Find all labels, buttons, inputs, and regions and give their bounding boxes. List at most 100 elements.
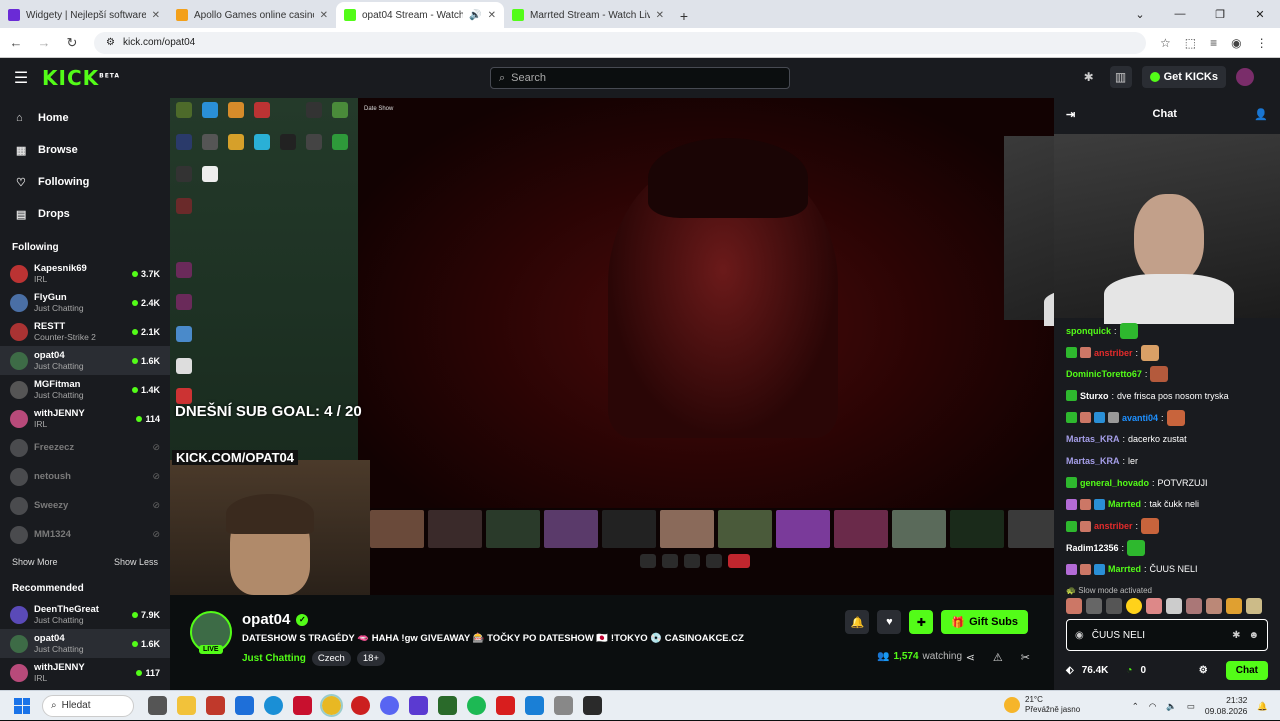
- maximize-button[interactable]: ❐: [1200, 0, 1240, 28]
- browser-tab-active[interactable]: opat04 Stream - Watch Live 🔊 ✕: [336, 2, 504, 28]
- opera-icon[interactable]: [351, 696, 370, 715]
- wifi-icon[interactable]: ◠: [1149, 701, 1156, 712]
- spotify-icon[interactable]: [467, 696, 486, 715]
- notifications-icon[interactable]: 🔔: [1257, 701, 1268, 712]
- chat-users-icon[interactable]: 👤: [1254, 108, 1268, 121]
- sidebar-channel[interactable]: MGFitman Just Chatting 1.4K: [0, 375, 170, 404]
- sidebar-channel[interactable]: withJENNY IRL 114: [0, 404, 170, 433]
- app-icon[interactable]: [525, 696, 544, 715]
- weather-widget[interactable]: 21°C Převážně jasno: [1004, 695, 1080, 715]
- extensions-icon[interactable]: ⬚: [1185, 36, 1196, 50]
- outlook-icon[interactable]: [235, 696, 254, 715]
- browser-menu-icon[interactable]: ⋮: [1256, 36, 1268, 50]
- chat-username[interactable]: DominicToretto67: [1066, 369, 1142, 379]
- send-chat-button[interactable]: Chat: [1225, 660, 1268, 680]
- chat-username[interactable]: Marrted: [1108, 564, 1141, 574]
- discord-icon[interactable]: [380, 696, 399, 715]
- sidebar-channel[interactable]: Freezecz ⊘: [0, 433, 170, 462]
- sidebar-item-home[interactable]: ⌂ Home: [0, 102, 170, 134]
- report-icon[interactable]: ⚠: [993, 651, 1003, 664]
- sidebar-channel[interactable]: netoush ⊘: [0, 462, 170, 491]
- battery-icon[interactable]: ▭: [1187, 701, 1195, 712]
- close-tab-icon[interactable]: ✕: [488, 10, 496, 21]
- share-icon[interactable]: ⋖: [966, 651, 975, 664]
- chat-username[interactable]: anstriber: [1094, 348, 1133, 358]
- close-tab-icon[interactable]: ✕: [152, 10, 160, 21]
- video-player[interactable]: Date Show DNEŠNÍ SUB GOAL: 4 / 20 KICK.C…: [170, 98, 1054, 595]
- emote[interactable]: [1226, 598, 1242, 614]
- file-explorer-icon[interactable]: [177, 696, 196, 715]
- close-tab-icon[interactable]: ✕: [656, 10, 664, 21]
- streamer-name[interactable]: opat04: [242, 611, 290, 628]
- url-field[interactable]: ⚙ kick.com/opat04: [94, 31, 1146, 54]
- app-icon[interactable]: [496, 696, 515, 715]
- close-window-button[interactable]: ✕: [1240, 0, 1280, 28]
- windows-start-icon[interactable]: [14, 697, 30, 714]
- sidebar-channel[interactable]: Kapesnik69 IRL 3.7K: [0, 259, 170, 288]
- notification-bell-button[interactable]: 🔔: [845, 610, 870, 634]
- emote[interactable]: [1246, 598, 1262, 614]
- app-icon[interactable]: [438, 696, 457, 715]
- emoji-icon[interactable]: ☻: [1248, 630, 1259, 641]
- chat-settings-icon[interactable]: ⚙: [1199, 665, 1208, 676]
- clip-icon[interactable]: ✂: [1021, 651, 1030, 664]
- kick-emote-icon[interactable]: ✱: [1232, 630, 1240, 641]
- chat-username[interactable]: Martas_KRA: [1066, 434, 1120, 444]
- chat-username[interactable]: anstriber: [1094, 521, 1133, 531]
- minimize-button[interactable]: —: [1160, 0, 1200, 28]
- emote[interactable]: [1126, 598, 1142, 614]
- sidebar-item-browse[interactable]: ▦ Browse: [0, 134, 170, 166]
- show-more-button[interactable]: Show More: [12, 557, 58, 567]
- app-icon[interactable]: [583, 696, 602, 715]
- kick-k-icon[interactable]: ✱: [1078, 66, 1100, 88]
- taskbar-search[interactable]: ⌕ Hledat: [42, 694, 134, 717]
- volume-icon[interactable]: 🔈: [1166, 701, 1177, 712]
- emote[interactable]: [1106, 598, 1122, 614]
- chat-username[interactable]: avanti04: [1122, 413, 1158, 423]
- gift-subs-button[interactable]: 🎁 Gift Subs: [941, 610, 1028, 634]
- profile-icon[interactable]: ◉: [1231, 36, 1241, 50]
- vivaldi-icon[interactable]: [293, 696, 312, 715]
- dropdown-icon[interactable]: ⌄: [1120, 0, 1160, 28]
- emote[interactable]: [1166, 598, 1182, 614]
- back-button[interactable]: ←: [4, 35, 28, 50]
- sidebar-item-drops[interactable]: ▤ Drops: [0, 198, 170, 230]
- tag-chip[interactable]: Czech: [311, 651, 351, 666]
- app-icon[interactable]: [206, 696, 225, 715]
- sidebar-channel[interactable]: Sweezy ⊘: [0, 491, 170, 520]
- chrome-icon[interactable]: [320, 694, 343, 717]
- close-tab-icon[interactable]: ✕: [320, 10, 328, 21]
- subscribe-plus-button[interactable]: ✚: [909, 610, 934, 634]
- browser-tab[interactable]: Widgety | Nejlepší software pro ✕: [0, 2, 168, 28]
- sidebar-channel[interactable]: FlyGun Just Chatting 2.4K: [0, 288, 170, 317]
- task-view-icon[interactable]: [148, 696, 167, 715]
- chat-username[interactable]: Sturxo: [1080, 391, 1109, 401]
- chat-username[interactable]: Marrted: [1108, 499, 1141, 509]
- hamburger-menu-icon[interactable]: ☰: [0, 68, 42, 88]
- site-info-icon[interactable]: ⚙: [106, 37, 115, 48]
- sidebar-channel[interactable]: DeenTheGreat Just Chatting 7.9K: [0, 600, 170, 629]
- tag-chip[interactable]: 18+: [356, 651, 385, 666]
- show-less-button[interactable]: Show Less: [114, 557, 158, 567]
- chat-username[interactable]: general_hovado: [1080, 478, 1149, 488]
- category-link[interactable]: Just Chatting: [242, 653, 306, 664]
- sidebar-channel[interactable]: opat04 Just Chatting 1.6K: [0, 629, 170, 658]
- user-avatar[interactable]: [1236, 68, 1254, 86]
- browser-tab[interactable]: Apollo Games online casino | 1 ✕: [168, 2, 336, 28]
- emote[interactable]: [1066, 598, 1082, 614]
- clock[interactable]: 21:32 09.08.2026: [1205, 695, 1248, 717]
- collapse-chat-icon[interactable]: ⇥: [1066, 108, 1075, 121]
- follow-heart-button[interactable]: ♥: [877, 610, 902, 634]
- bookmark-star-icon[interactable]: ☆: [1160, 36, 1171, 50]
- dashboard-icon[interactable]: ▥: [1109, 66, 1132, 88]
- kick-logo[interactable]: KICKBETA: [42, 66, 120, 90]
- chat-input[interactable]: ◉ ČUUS NELI ✱ ☻: [1066, 619, 1268, 651]
- sidebar-channel[interactable]: RESTT Counter-Strike 2 2.1K: [0, 317, 170, 346]
- new-tab-button[interactable]: +: [672, 4, 696, 28]
- app-icon[interactable]: [409, 696, 428, 715]
- get-kicks-button[interactable]: Get KICKs: [1141, 66, 1226, 88]
- reload-button[interactable]: ↻: [60, 35, 84, 51]
- sidebar-channel[interactable]: MM1324 ⊘: [0, 520, 170, 549]
- emote[interactable]: [1206, 598, 1222, 614]
- reading-list-icon[interactable]: ≡: [1210, 36, 1217, 50]
